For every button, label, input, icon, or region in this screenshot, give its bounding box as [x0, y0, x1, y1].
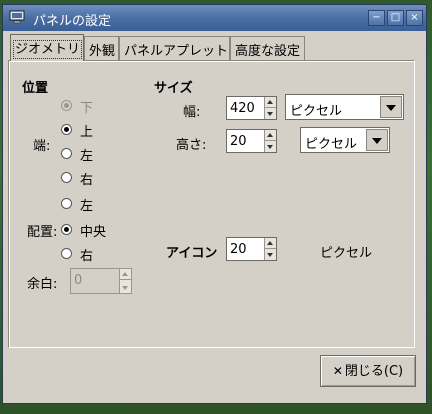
- maximize-button[interactable]: □: [387, 10, 404, 26]
- height-unit-value: ピクセル: [305, 137, 358, 152]
- chevron-down-icon: [372, 138, 382, 144]
- position-heading: 位置: [22, 81, 49, 96]
- monitor-icon: [9, 10, 25, 24]
- height-label: 高さ:: [176, 138, 207, 153]
- margin-spin-arrows: [119, 269, 131, 293]
- dropdown-button[interactable]: [366, 129, 388, 151]
- spin-down-icon[interactable]: [267, 145, 273, 149]
- height-unit-dropdown[interactable]: ピクセル: [300, 127, 390, 153]
- edge-top-radio[interactable]: [61, 124, 72, 135]
- titlebar[interactable]: パネルの設定 − □ ×: [3, 5, 426, 31]
- icon-size-spinbox[interactable]: 20: [226, 237, 277, 261]
- align-left-label[interactable]: 左: [80, 195, 93, 214]
- edge-right-label[interactable]: 右: [80, 169, 93, 188]
- spin-down-icon: [122, 286, 128, 290]
- width-unit-dropdown[interactable]: ピクセル: [285, 94, 404, 120]
- minimize-icon: −: [372, 12, 381, 23]
- spin-up-icon[interactable]: [267, 100, 273, 104]
- close-icon: ×: [410, 12, 419, 23]
- tab-panel-applets[interactable]: パネルアプレット: [119, 36, 230, 60]
- close-button-label: 閉じる(C): [344, 364, 404, 379]
- spin-down-icon[interactable]: [267, 253, 273, 257]
- align-center-label[interactable]: 中央: [80, 221, 106, 240]
- dropdown-button[interactable]: [380, 96, 402, 118]
- height-spin-arrows[interactable]: [264, 130, 276, 152]
- edge-label: 端:: [33, 139, 51, 154]
- edge-left-radio[interactable]: [61, 148, 72, 159]
- width-unit-value: ピクセル: [290, 104, 343, 119]
- height-spinbox[interactable]: 20: [226, 129, 277, 153]
- tab-geometry[interactable]: ジオメトリ: [10, 34, 84, 61]
- icon-size-unit: ピクセル: [320, 246, 373, 261]
- chevron-down-icon: [386, 105, 396, 111]
- minimize-button[interactable]: −: [368, 10, 385, 26]
- edge-bottom-label: 下: [80, 101, 94, 116]
- spin-up-icon[interactable]: [267, 241, 273, 245]
- spin-down-icon[interactable]: [267, 112, 273, 116]
- margin-label: 余白:: [27, 277, 58, 292]
- align-right-label[interactable]: 右: [80, 245, 93, 264]
- icon-size-label: アイコン: [166, 246, 218, 261]
- margin-value: 0: [74, 273, 83, 288]
- margin-spinbox: 0: [70, 268, 132, 294]
- align-center-radio[interactable]: [61, 224, 72, 235]
- size-heading: サイズ: [154, 81, 193, 96]
- width-spin-arrows[interactable]: [264, 97, 276, 119]
- close-window-button[interactable]: ×: [406, 10, 423, 26]
- window-title: パネルの設定: [33, 14, 112, 29]
- height-value[interactable]: 20: [230, 134, 247, 149]
- maximize-icon: □: [390, 12, 401, 23]
- close-button[interactable]: ✕ 閉じる(C): [320, 355, 416, 387]
- align-left-radio[interactable]: [61, 198, 72, 209]
- align-right-radio[interactable]: [61, 248, 72, 259]
- width-value[interactable]: 420: [230, 101, 255, 116]
- close-icon: ✕: [332, 364, 343, 378]
- align-label: 配置:: [27, 225, 58, 240]
- spin-up-icon: [122, 272, 128, 276]
- width-spinbox[interactable]: 420: [226, 96, 277, 120]
- spin-up-icon[interactable]: [267, 133, 273, 137]
- tab-advanced[interactable]: 高度な設定: [230, 36, 305, 60]
- edge-top-label[interactable]: 上: [80, 121, 93, 140]
- icon-size-value[interactable]: 20: [230, 242, 247, 257]
- icon-spin-arrows[interactable]: [264, 238, 276, 260]
- width-label: 幅:: [183, 105, 201, 120]
- tab-appearance[interactable]: 外観: [84, 36, 119, 60]
- edge-left-label[interactable]: 左: [80, 145, 93, 164]
- edge-bottom-radio: [61, 100, 72, 111]
- edge-right-radio[interactable]: [61, 172, 72, 183]
